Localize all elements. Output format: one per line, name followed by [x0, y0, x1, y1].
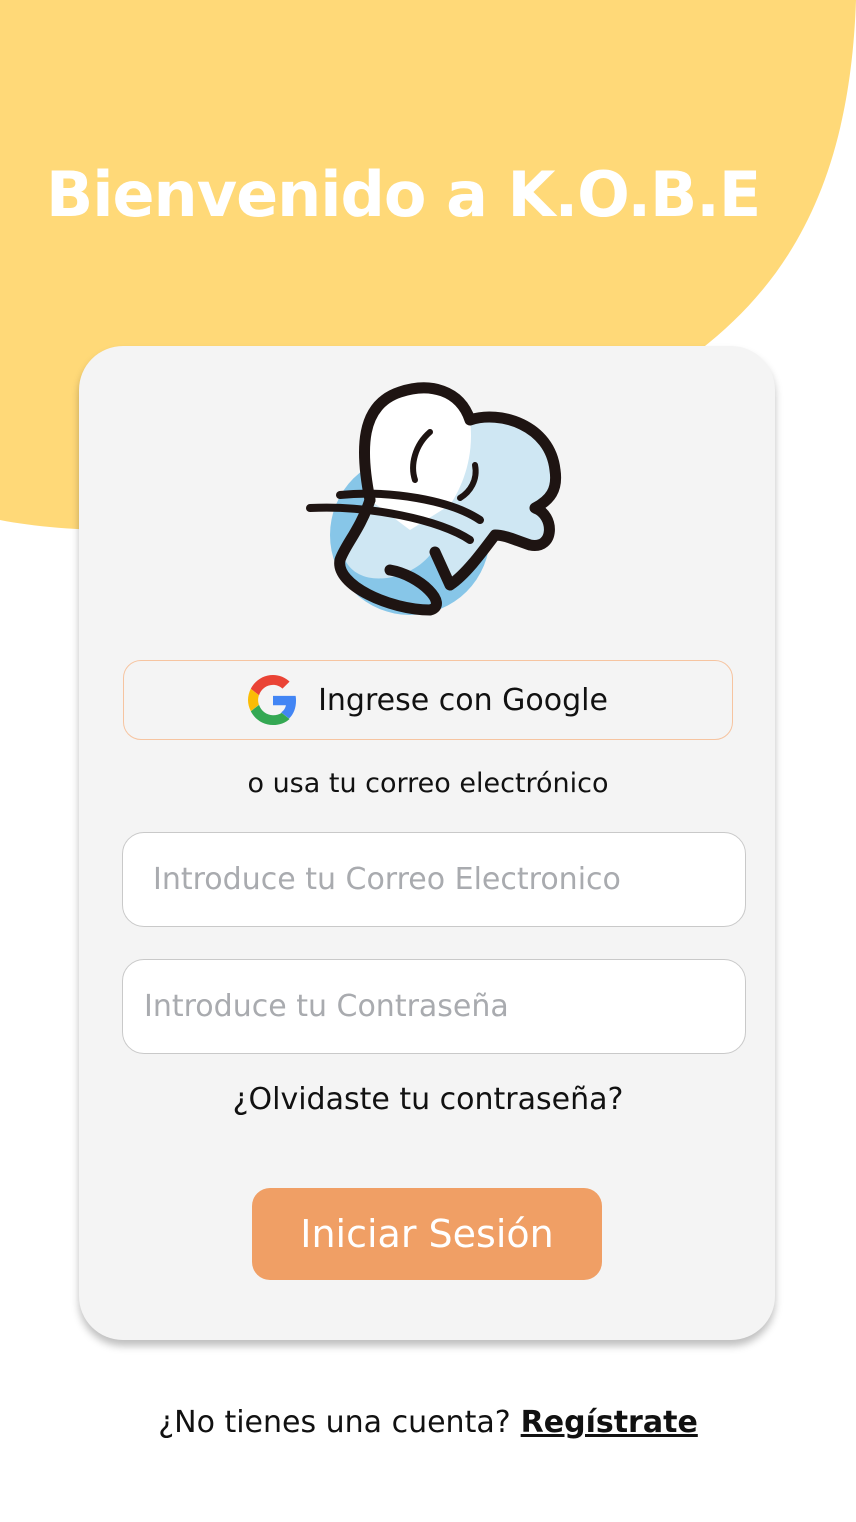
login-button[interactable]: Iniciar Sesión: [252, 1188, 602, 1280]
chef-hat-icon: [306, 382, 562, 616]
password-input[interactable]: [122, 959, 746, 1054]
register-prompt-text: ¿No tienes una cuenta?: [158, 1405, 511, 1440]
page-title: Bienvenido a K.O.B.E: [46, 158, 761, 231]
divider-text: o usa tu correo electrónico: [247, 768, 609, 799]
forgot-password-link[interactable]: ¿Olvidaste tu contraseña?: [0, 1082, 856, 1117]
google-icon: [248, 675, 297, 725]
register-link[interactable]: Regístrate: [521, 1405, 698, 1440]
google-signin-label: Ingrese con Google: [318, 682, 608, 718]
google-signin-button[interactable]: Ingrese con Google: [123, 660, 733, 740]
register-prompt: ¿No tienes una cuenta? Regístrate: [0, 1405, 856, 1440]
email-input[interactable]: [122, 832, 746, 927]
